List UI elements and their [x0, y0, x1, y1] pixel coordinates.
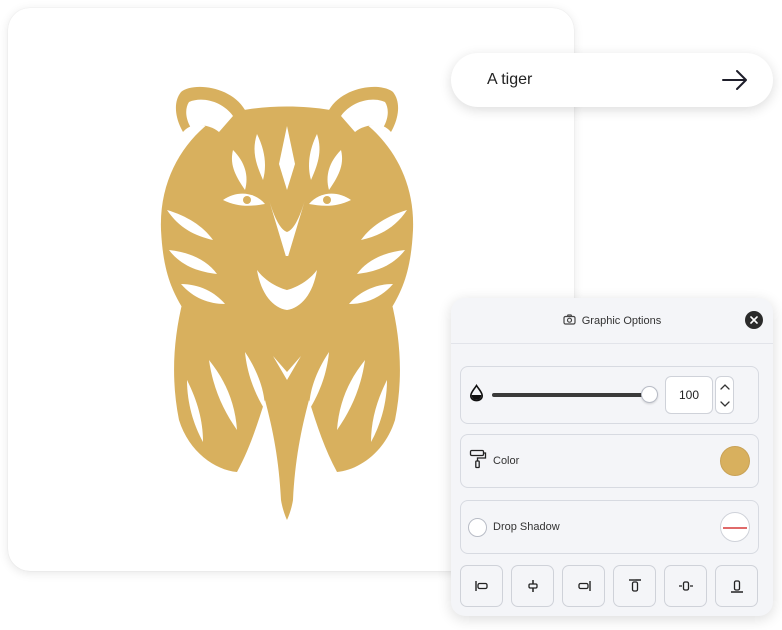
- align-middle-vertical-icon[interactable]: [664, 565, 707, 607]
- no-shadow-icon[interactable]: [720, 512, 750, 542]
- align-left-icon[interactable]: [460, 565, 503, 607]
- opacity-drop-icon: [469, 383, 484, 407]
- drop-shadow-checkbox[interactable]: [468, 517, 487, 537]
- camera-icon: [563, 313, 576, 328]
- prompt-bar[interactable]: A tiger: [451, 53, 773, 107]
- opacity-slider[interactable]: [492, 386, 658, 403]
- prompt-input[interactable]: A tiger: [487, 71, 719, 89]
- panel-title: Graphic Options: [581, 314, 662, 327]
- align-right-icon[interactable]: [562, 565, 605, 607]
- opacity-stepper[interactable]: [715, 376, 734, 414]
- drop-shadow-label: Drop Shadow: [493, 521, 560, 533]
- opacity-slider-thumb[interactable]: [641, 386, 658, 403]
- paint-roller-icon: [469, 449, 487, 474]
- alignment-toolbar: [460, 565, 758, 607]
- align-bottom-icon[interactable]: [715, 565, 758, 607]
- align-top-icon[interactable]: [613, 565, 656, 607]
- chevron-up-icon[interactable]: [719, 377, 730, 395]
- graphic-options-panel: Graphic Options 100 Color Drop Shadow: [451, 298, 773, 616]
- panel-header: Graphic Options: [451, 298, 773, 344]
- chevron-down-icon[interactable]: [719, 395, 730, 413]
- align-center-horizontal-icon[interactable]: [511, 565, 554, 607]
- arrow-right-icon[interactable]: [719, 64, 751, 96]
- opacity-value-field[interactable]: 100: [665, 376, 713, 414]
- tiger-illustration: [160, 86, 414, 520]
- color-swatch[interactable]: [720, 446, 750, 476]
- color-label: Color: [493, 455, 520, 467]
- close-icon[interactable]: [745, 311, 763, 329]
- opacity-row: 100: [460, 366, 759, 424]
- color-row[interactable]: Color: [460, 434, 759, 488]
- drop-shadow-row[interactable]: Drop Shadow: [460, 500, 759, 554]
